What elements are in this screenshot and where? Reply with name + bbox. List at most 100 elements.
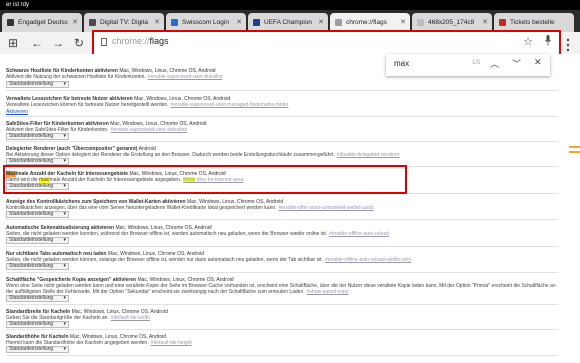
flag-select[interactable]: Standardeinstellung ▾ xyxy=(6,237,69,244)
back-arrow-icon[interactable]: ← xyxy=(28,34,46,52)
url-text[interactable]: chrome://flags xyxy=(112,36,169,46)
divider xyxy=(6,141,558,142)
favicon-icon xyxy=(253,19,260,26)
favicon-icon xyxy=(499,19,506,26)
flag-link[interactable]: #enable-offline-auto-reload xyxy=(329,231,389,237)
select-value: Standardeinstellung xyxy=(9,158,54,164)
flag-link[interactable]: #default-tile-width xyxy=(111,315,150,321)
flag-link[interactable]: #enable-offer-store-unmasked-wallet-card… xyxy=(279,205,374,211)
flag-entry: Automatische Seitenaktualisierung aktivi… xyxy=(6,225,558,244)
flag-link[interactable]: #enable-offline-auto-reload-visible-only xyxy=(325,257,411,263)
tab-engadget[interactable]: Engadget Deutsc ✕ xyxy=(2,13,82,32)
flag-entry: Standardhöhe für Kacheln Mac, Windows, L… xyxy=(6,334,558,353)
bookmark-star-icon[interactable]: ☆ xyxy=(523,35,533,48)
divider xyxy=(6,329,558,330)
flag-entry: Delegierter Renderer (auch "Übercomposit… xyxy=(6,146,558,165)
address-bar[interactable]: chrome://flags ☆ xyxy=(92,30,561,57)
status-text: er ist rdy xyxy=(6,2,30,8)
find-match-count: 1/5 xyxy=(472,60,481,66)
chevron-down-icon: ▾ xyxy=(63,346,66,352)
tab-label: 468x205_174c8 xyxy=(428,19,475,26)
close-icon[interactable]: ✕ xyxy=(72,13,78,32)
flag-select[interactable]: Standardeinstellung ▾ xyxy=(6,263,69,270)
flag-link[interactable]: #enable-supervised-user-blacklist xyxy=(148,74,222,80)
flag-select[interactable]: Standardeinstellung ▾ xyxy=(6,295,69,302)
microphone-icon[interactable] xyxy=(545,35,551,46)
select-value: Standardeinstellung xyxy=(9,346,54,352)
flag-select[interactable]: Standardeinstellung ▾ xyxy=(6,133,69,140)
favicon-icon xyxy=(417,19,424,26)
divider xyxy=(6,219,558,220)
tab-switcher-icon[interactable]: ⊞ xyxy=(4,34,22,52)
divider xyxy=(6,304,558,305)
tab-label: Swisscom Login xyxy=(182,19,229,26)
chevron-down-icon: ▾ xyxy=(63,211,66,217)
flag-entry: SafeSites-Filter für Kinderkonten aktivi… xyxy=(6,121,558,140)
divider xyxy=(6,246,558,247)
flag-link[interactable]: #disable-delegated-renderer xyxy=(337,152,400,158)
chevron-down-icon: ▾ xyxy=(63,81,66,87)
select-value: Standardeinstellung xyxy=(9,295,54,301)
flag-link[interactable]: #default-tile-height xyxy=(151,340,192,346)
reload-icon[interactable]: ↻ xyxy=(70,34,88,52)
tab-label: Engadget Deutsc xyxy=(18,19,68,26)
tab-label: Digital TV: Digita xyxy=(100,19,149,26)
flag-entry: Schaltfläche "Gespeicherte Kopie anzeige… xyxy=(6,277,558,302)
chevron-down-icon: ▾ xyxy=(63,263,66,269)
find-in-page-bar: max 1/5 ︿ ﹀ ✕ xyxy=(386,54,550,76)
close-icon[interactable]: ✕ xyxy=(534,57,542,68)
enable-link[interactable]: Aktivieren xyxy=(6,109,28,115)
flag-select[interactable]: Standardeinstellung ▾ xyxy=(6,211,69,218)
select-value: Standardeinstellung xyxy=(9,263,54,269)
select-value: Standardeinstellung xyxy=(9,133,54,139)
flag-link[interactable]: #enable-supervised-user-managed-bookmark… xyxy=(171,102,289,108)
chevron-down-icon: ▾ xyxy=(63,321,66,327)
favicon-icon xyxy=(171,19,178,26)
flag-entry: Verwaltete Lesezeichen für betreute Nutz… xyxy=(6,96,558,115)
select-value: Standardeinstellung xyxy=(9,321,54,327)
tab-strip: Engadget Deutsc ✕ Digital TV: Digita ✕ Swi… xyxy=(0,10,580,32)
chevron-down-icon: ▾ xyxy=(63,237,66,243)
url-host: flags xyxy=(149,36,169,46)
scrollbar-match-marker xyxy=(569,146,580,148)
forward-arrow-icon[interactable]: → xyxy=(49,34,67,52)
system-status-bar: er ist rdy xyxy=(0,0,580,10)
flags-page: Schwarze Hostliste für Kinderkonten akti… xyxy=(0,54,580,363)
scrollbar-match-marker xyxy=(569,151,580,153)
flag-select[interactable]: Standardeinstellung ▾ xyxy=(6,81,69,88)
chevron-down-icon: ▾ xyxy=(63,295,66,301)
flag-entry: Nur sichtbare Tabs automatisch neu laden… xyxy=(6,251,558,270)
favicon-icon xyxy=(335,19,342,26)
tab-label: UEFA Champion xyxy=(264,19,313,26)
tab-label: Tickets bestelle xyxy=(510,19,555,26)
menu-dots-icon[interactable] xyxy=(566,38,570,52)
flag-description: Verwaltete Lesezeichen können für betreu… xyxy=(6,102,169,108)
divider xyxy=(6,355,558,356)
flag-entry: Anzeige des Kontrollkästchens zum Speich… xyxy=(6,199,558,218)
chevron-up-icon[interactable]: ︿ xyxy=(490,57,499,70)
favicon-icon xyxy=(7,19,14,26)
select-value: Standardeinstellung xyxy=(9,237,54,243)
flag-link[interactable]: #show-saved-copy xyxy=(307,289,349,295)
divider xyxy=(6,116,558,117)
flag-description: Wenn eine Seite nicht geladen werden kan… xyxy=(6,283,556,295)
annotation-highlight-box xyxy=(3,165,407,194)
chevron-down-icon: ▾ xyxy=(63,133,66,139)
find-input[interactable]: max xyxy=(394,59,409,68)
flag-select[interactable]: Standardeinstellung ▾ xyxy=(6,158,69,165)
select-value: Standardeinstellung xyxy=(9,211,54,217)
flag-select[interactable]: Standardeinstellung ▾ xyxy=(6,346,69,353)
chevron-down-icon[interactable]: ﹀ xyxy=(512,57,521,70)
favicon-icon xyxy=(89,19,96,26)
url-scheme: chrome:// xyxy=(112,36,150,46)
flag-link[interactable]: #enable-supervised-user-safesites xyxy=(111,127,187,133)
page-icon xyxy=(101,38,107,46)
flag-description: Aktiviert die Nutzung der schwarzen Host… xyxy=(6,74,146,80)
divider xyxy=(6,272,558,273)
tab-label: chrome://flags xyxy=(346,19,387,26)
flag-entry: Standardbreite für Kacheln Mac, Windows,… xyxy=(6,309,558,328)
flag-select[interactable]: Standardeinstellung ▾ xyxy=(6,321,69,328)
select-value: Standardeinstellung xyxy=(9,81,54,87)
chevron-down-icon: ▾ xyxy=(63,158,66,164)
divider xyxy=(6,90,558,91)
